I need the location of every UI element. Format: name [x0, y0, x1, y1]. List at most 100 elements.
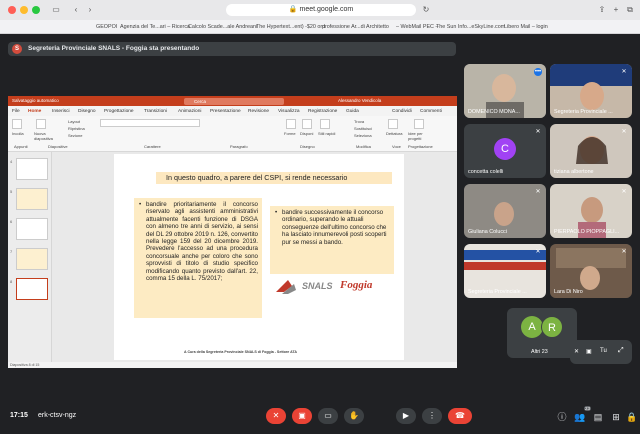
- ribbon-group-label: Appunti: [14, 144, 28, 149]
- captions-button[interactable]: ▭: [318, 408, 338, 424]
- ppt-tab-file[interactable]: File: [12, 109, 20, 114]
- bookmark-item[interactable]: Calcolo Scade...ale Andreani: [188, 24, 257, 30]
- raise-hand-button[interactable]: ✋: [344, 408, 364, 424]
- end-call-button[interactable]: ☎: [448, 408, 472, 424]
- reload-icon[interactable]: ↻: [420, 4, 432, 16]
- ppt-menu-bar: File Home Inserisci Disegno Progettazion…: [8, 106, 457, 116]
- participant-tile[interactable]: tiziana albertone ✕: [550, 124, 632, 178]
- slide-thumbnail[interactable]: 7: [10, 248, 48, 270]
- participant-tile[interactable]: Segreteria Provinciale ... ✕: [550, 64, 632, 118]
- ribbon-label[interactable]: Layout: [68, 119, 80, 124]
- designer-icon[interactable]: [414, 119, 424, 129]
- slide-right-box: • bandire successivamente il concorso or…: [270, 206, 394, 274]
- ppt-search-box[interactable]: Cerca: [184, 97, 284, 105]
- thumb-number: 5: [10, 189, 13, 194]
- ppt-status-bar: Diapositiva 8 di 15: [8, 362, 457, 368]
- ppt-tab-draw[interactable]: Disegno: [78, 109, 96, 114]
- microphone-icon[interactable]: [388, 119, 398, 129]
- font-format-buttons[interactable]: [100, 130, 200, 138]
- microphone-toggle-button[interactable]: ✕: [266, 408, 286, 424]
- minimize-window-button[interactable]: [20, 6, 28, 14]
- participant-name: tiziana albertone: [554, 169, 594, 175]
- participant-count-badge: 23: [584, 406, 592, 411]
- people-icon[interactable]: 👥: [574, 411, 586, 423]
- shapes-icon[interactable]: [286, 119, 296, 129]
- chat-icon[interactable]: ▤: [592, 411, 604, 423]
- ppt-tab-transitions[interactable]: Transizioni: [144, 109, 167, 114]
- self-label: Tu: [600, 348, 607, 354]
- logo-text: SNALS: [302, 281, 333, 291]
- current-slide[interactable]: In questo quadro, a parere del CSPI, si …: [114, 154, 404, 360]
- select-button[interactable]: Seleziona: [354, 133, 372, 138]
- share-icon[interactable]: ⇪: [596, 4, 608, 16]
- bookmark-item[interactable]: – WebMail PEC –: [396, 24, 438, 30]
- more-options-button[interactable]: ⋮: [422, 408, 442, 424]
- maximize-window-button[interactable]: [32, 6, 40, 14]
- mic-off-icon: ✕: [621, 249, 627, 255]
- participant-tile[interactable]: DOMENICO MONA... •••: [464, 64, 546, 118]
- bookmark-item[interactable]: professione Ar...di Architetto: [322, 24, 389, 30]
- activities-icon[interactable]: ⊞: [610, 411, 622, 423]
- close-window-button[interactable]: [8, 6, 16, 14]
- ppt-tab-review[interactable]: Revisione: [248, 109, 269, 114]
- sidebar-icon[interactable]: ▭: [50, 4, 62, 16]
- participant-tile[interactable]: Giuliana Colucci ✕: [464, 184, 546, 238]
- present-now-button[interactable]: ▶: [396, 408, 416, 424]
- slide-thumbnail[interactable]: 4: [10, 158, 48, 180]
- new-tab-icon[interactable]: +: [610, 4, 622, 16]
- autosave-label[interactable]: Salvataggio automatico: [12, 98, 59, 103]
- ribbon-label[interactable]: Sezione: [68, 133, 82, 138]
- host-controls-icon[interactable]: 🔒: [626, 411, 638, 423]
- ppt-tab-animations[interactable]: Animazioni: [178, 109, 201, 114]
- ppt-tab-view[interactable]: Visualizza: [278, 109, 300, 114]
- self-tile[interactable]: ✕ ▣ Tu ⤢: [570, 340, 632, 364]
- ppt-tab-help[interactable]: Guida: [346, 109, 359, 114]
- replace-button[interactable]: Sostituisci: [354, 126, 372, 131]
- ppt-tab-insert[interactable]: Inserisci: [52, 109, 70, 114]
- forward-icon[interactable]: ›: [84, 4, 96, 16]
- bookmark-item[interactable]: The Hypertext...ent) -$20 ord: [256, 24, 325, 30]
- bookmark-item[interactable]: Libero Mail – login: [504, 24, 548, 30]
- font-name-select[interactable]: [100, 119, 200, 127]
- arrange-icon[interactable]: [302, 119, 312, 129]
- participant-tile[interactable]: Segreteria Provinciale ... ✕: [464, 244, 546, 298]
- camera-off-icon: ▣: [298, 411, 306, 420]
- ribbon-group-label: Diapositive: [48, 144, 68, 149]
- paragraph-buttons[interactable]: [206, 119, 278, 127]
- find-button[interactable]: Trova: [354, 119, 364, 124]
- new-slide-icon[interactable]: [36, 119, 46, 129]
- tabs-overview-icon[interactable]: ⧉: [624, 4, 636, 16]
- meeting-info-icon[interactable]: ⓘ: [556, 411, 568, 423]
- bookmark-item[interactable]: GEOPOI: [96, 24, 117, 30]
- snals-logo: SNALS Foggia: [272, 278, 392, 296]
- ppt-comments-button[interactable]: Commenti: [420, 109, 442, 114]
- back-icon[interactable]: ‹: [70, 4, 82, 16]
- camera-toggle-button[interactable]: ▣: [292, 408, 312, 424]
- bookmark-item[interactable]: Agenzia del Te...ari – Ricerca: [120, 24, 190, 30]
- address-bar[interactable]: 🔒 meet.google.com: [226, 4, 416, 16]
- ppt-title-bar: Salvataggio automatico Cerca Alessandro …: [8, 96, 457, 106]
- quick-styles-icon[interactable]: [320, 119, 330, 129]
- participant-tile[interactable]: PIERPAOLO PIOPPAGLI... ✕: [550, 184, 632, 238]
- ribbon-group-label: Paragrafo: [230, 144, 248, 149]
- participant-tile[interactable]: C concetta colelli ✕: [464, 124, 546, 178]
- others-tile[interactable]: A R Altri 23: [507, 308, 577, 358]
- participant-tile[interactable]: Lara Di Niro ✕: [550, 244, 632, 298]
- ppt-user-name: Alessandro Vendicola: [338, 98, 382, 103]
- ribbon-group-label: Voce: [392, 144, 401, 149]
- mic-off-icon: ✕: [535, 129, 541, 135]
- paste-icon[interactable]: [12, 119, 22, 129]
- ppt-tab-recording[interactable]: Registrazione: [308, 109, 337, 114]
- slide-thumbnail[interactable]: 6: [10, 218, 48, 240]
- ppt-share-button[interactable]: Condividi: [392, 109, 412, 114]
- meeting-code[interactable]: erk-ctsv-ngz: [38, 412, 76, 419]
- presenting-text: Segreteria Provinciale SNALS - Foggia st…: [28, 45, 200, 52]
- ppt-tab-slideshow[interactable]: Presentazione: [210, 109, 241, 114]
- expand-icon[interactable]: ⤢: [618, 347, 624, 355]
- slide-thumbnail[interactable]: 5: [10, 188, 48, 210]
- ppt-tab-design[interactable]: Progettazione: [104, 109, 134, 114]
- ribbon-label[interactable]: Ripristina: [68, 126, 85, 131]
- slide-thumbnail-selected[interactable]: 8: [10, 278, 48, 300]
- ppt-tab-home[interactable]: Home: [28, 109, 41, 114]
- bookmark-item[interactable]: The Sun Info...eSkyLine.com: [436, 24, 505, 30]
